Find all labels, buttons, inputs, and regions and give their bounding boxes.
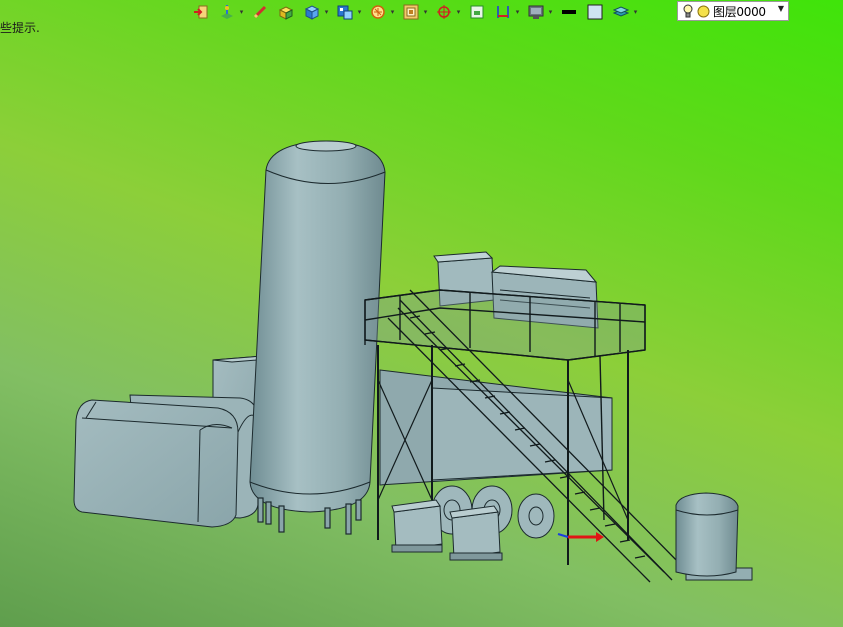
plant-model[interactable] [0, 0, 843, 627]
import-arrow-icon[interactable] [192, 3, 210, 21]
view-cube-dropdown[interactable]: ▾ [323, 3, 330, 21]
view-cube-icon[interactable] [303, 3, 321, 21]
clip-plane-dropdown[interactable]: ▾ [238, 3, 245, 21]
views-icon[interactable] [336, 3, 354, 21]
yellow-cube-icon[interactable] [277, 3, 295, 21]
layers-stack-icon[interactable] [612, 3, 630, 21]
line-color-icon[interactable] [560, 3, 578, 21]
cad-viewport[interactable] [0, 0, 843, 627]
current-layer-label: 图层0000 [713, 4, 766, 19]
small-vertical-tank [675, 492, 753, 581]
views-dropdown[interactable]: ▾ [356, 3, 363, 21]
platform-deck [364, 289, 646, 361]
fill-color-icon[interactable] [586, 3, 604, 21]
axis-triad [557, 532, 604, 542]
section-dropdown[interactable]: ▾ [514, 3, 521, 21]
sun-icon[interactable] [697, 5, 710, 18]
display-dropdown[interactable]: ▾ [547, 3, 554, 21]
left-horizontal-tanks [73, 394, 259, 528]
chevron-down-icon[interactable]: ▼ [778, 4, 784, 13]
status-hint: 些提示. [0, 21, 40, 35]
lightbulb-icon[interactable] [682, 4, 694, 18]
target-pan-icon[interactable] [435, 3, 453, 21]
render-mode-dropdown[interactable]: ▾ [422, 3, 429, 21]
section-icon[interactable] [494, 3, 512, 21]
clip-plane-icon[interactable] [218, 3, 236, 21]
rotate-dropdown[interactable]: ▾ [389, 3, 396, 21]
pencil-icon[interactable] [251, 3, 269, 21]
rotate-orbit-icon[interactable] [369, 3, 387, 21]
fit-frame-icon[interactable] [468, 3, 486, 21]
target-pan-dropdown[interactable]: ▾ [455, 3, 462, 21]
display-monitor-icon[interactable] [527, 3, 545, 21]
layer-select[interactable]: 图层0000 ▼ [677, 1, 789, 21]
layers-dropdown[interactable]: ▾ [632, 3, 639, 21]
render-mode-icon[interactable] [402, 3, 420, 21]
